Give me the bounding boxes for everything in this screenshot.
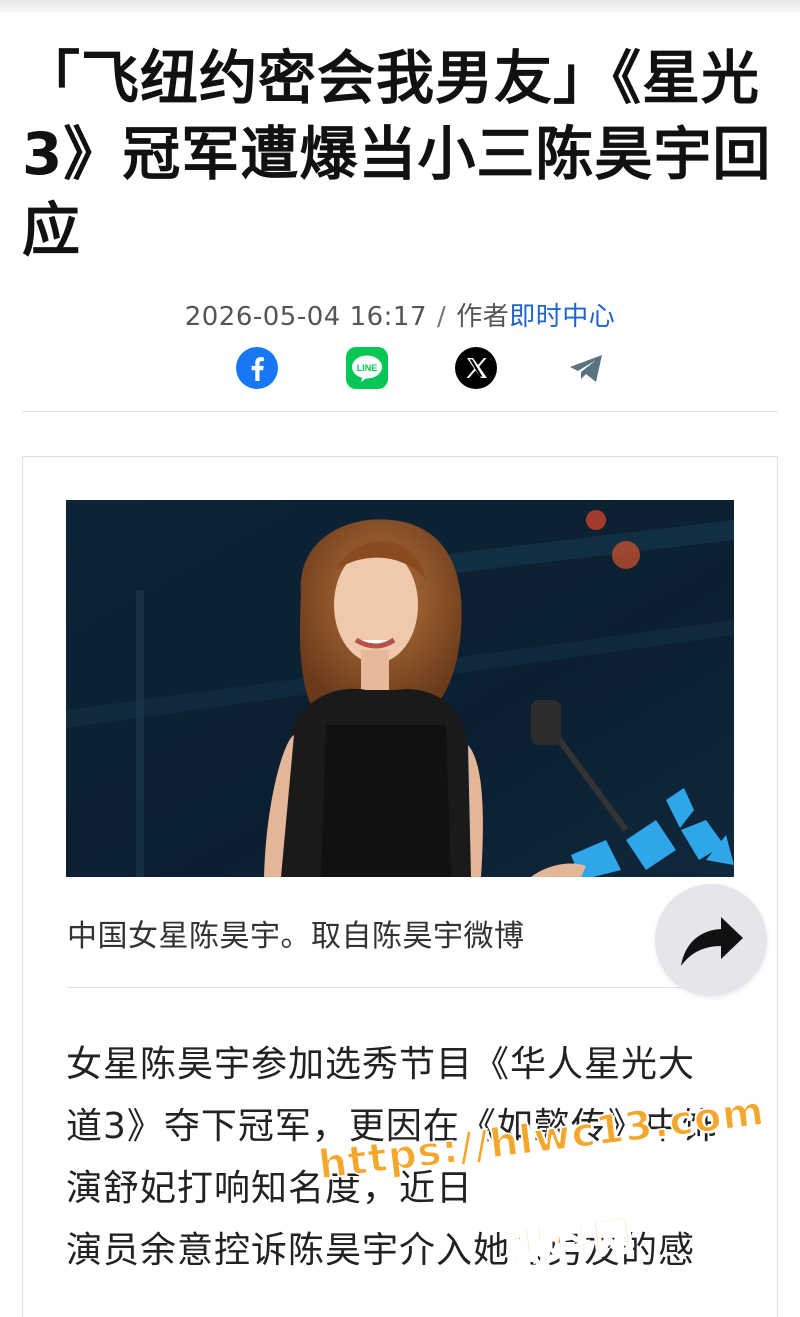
- publish-date: 2026-05-04 16:17: [184, 302, 427, 332]
- body-line: 道3》夺下冠军，更因在《如懿传》中饰: [66, 1106, 719, 1147]
- floating-share-button[interactable]: [655, 884, 767, 996]
- article-meta: 2026-05-04 16:17 / 作者即时中心: [0, 296, 800, 333]
- article-body: 女星陈昊宇参加选秀节目《华人星光大 道3》夺下冠军，更因在《如懿传》中饰 演舒妃…: [66, 1034, 746, 1282]
- article-title: 「飞纽约密会我男友」《星光3》冠军遭爆当小三陈昊宇回应: [22, 44, 772, 264]
- x-icon: [455, 347, 497, 389]
- facebook-icon: [236, 347, 278, 389]
- x-share-button[interactable]: [454, 346, 498, 390]
- header-divider: [22, 411, 778, 412]
- facebook-share-button[interactable]: [235, 346, 279, 390]
- article-photo[interactable]: [66, 500, 734, 877]
- body-line: 演舒妃打响知名度，近日: [66, 1168, 474, 1209]
- line-icon: LINE: [346, 347, 388, 389]
- svg-text:LINE: LINE: [357, 363, 378, 373]
- author-link[interactable]: 即时中心: [509, 302, 615, 332]
- caption-divider: [67, 987, 733, 988]
- meta-separator: /: [437, 302, 447, 332]
- body-line: 女星陈昊宇参加选秀节目《华人星光大: [66, 1044, 696, 1085]
- share-bar: LINE: [0, 346, 800, 390]
- line-share-button[interactable]: LINE: [345, 346, 389, 390]
- telegram-icon: [570, 355, 602, 382]
- telegram-share-button[interactable]: [564, 346, 608, 390]
- author-prefix: 作者: [456, 302, 510, 332]
- photo-caption: 中国女星陈昊宇。取自陈昊宇微博: [67, 919, 525, 954]
- singer-performance-image: [66, 500, 734, 877]
- browser-top-strip: [0, 0, 800, 12]
- body-line: 演员余意控诉陈昊宇介入她与男友的感: [66, 1230, 696, 1271]
- share-arrow-icon: [681, 917, 743, 966]
